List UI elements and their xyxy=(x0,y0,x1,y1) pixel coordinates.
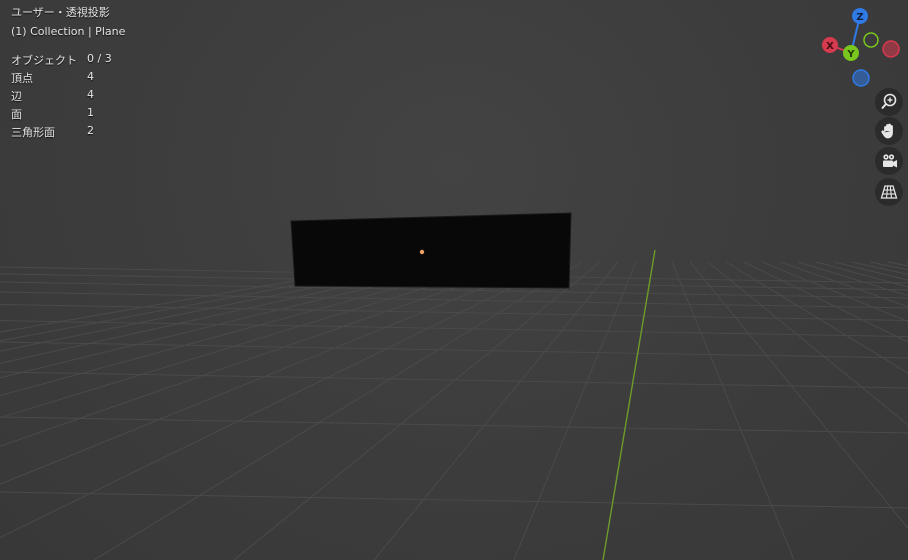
hand-pan-icon xyxy=(881,123,893,139)
grid-line xyxy=(0,261,565,539)
grid-line xyxy=(671,261,795,560)
stat-label: 三角形面 xyxy=(11,126,55,139)
gizmo-neg-x-ball[interactable] xyxy=(882,40,900,58)
grid-line xyxy=(0,261,421,342)
grid-line xyxy=(0,261,547,485)
grid-line xyxy=(0,261,403,333)
stat-value: 2 xyxy=(87,124,94,137)
gizmo-y-label: Y xyxy=(846,49,855,60)
scene-canvas[interactable] xyxy=(0,0,908,560)
navigation-gizmo[interactable]: Z X Y xyxy=(818,6,908,90)
camera-view-icon xyxy=(883,154,897,168)
stat-value: 0 / 3 xyxy=(87,52,112,65)
perspective-grid-icon xyxy=(880,185,898,199)
camera-view-button[interactable] xyxy=(875,147,903,175)
stat-label: 面 xyxy=(11,108,22,121)
stat-value: 4 xyxy=(87,88,94,101)
grid-line xyxy=(513,261,637,560)
grid-line xyxy=(0,261,457,364)
grid-line xyxy=(0,261,475,379)
grid-line xyxy=(869,261,908,271)
grid-line xyxy=(0,261,439,352)
grid-line xyxy=(0,261,529,447)
gizmo-neg-y-ball[interactable] xyxy=(863,32,879,48)
zoom-icon xyxy=(881,93,897,110)
grid-line xyxy=(373,261,619,560)
3d-viewport[interactable]: ユーザー・透視投影 (1) Collection | Plane オブジェクト … xyxy=(0,0,908,560)
zoom-button[interactable] xyxy=(875,88,903,116)
stat-label: 辺 xyxy=(11,90,22,103)
collection-label: (1) Collection | Plane xyxy=(11,25,126,38)
origin-point xyxy=(419,249,425,255)
gizmo-z-label: Z xyxy=(856,12,863,23)
stat-value: 4 xyxy=(87,70,94,83)
perspective-toggle-button[interactable] xyxy=(875,178,903,206)
y-axis-line xyxy=(602,249,656,560)
stat-value: 1 xyxy=(87,106,94,119)
grid-line xyxy=(0,261,493,397)
gizmo-x-label: X xyxy=(826,41,834,52)
grid-line xyxy=(0,291,908,309)
grid-line xyxy=(0,416,908,434)
stat-label: 頂点 xyxy=(11,72,33,85)
floor-grid xyxy=(0,261,908,560)
grid-line xyxy=(93,261,583,560)
view-name-label: ユーザー・透視投影 xyxy=(11,6,110,19)
gizmo-neg-z-ball[interactable] xyxy=(852,69,870,87)
grid-line xyxy=(0,371,908,389)
grid-line xyxy=(0,304,908,321)
pan-button[interactable] xyxy=(875,117,903,145)
stat-label: オブジェクト xyxy=(11,54,77,67)
plane-object[interactable] xyxy=(290,212,572,289)
